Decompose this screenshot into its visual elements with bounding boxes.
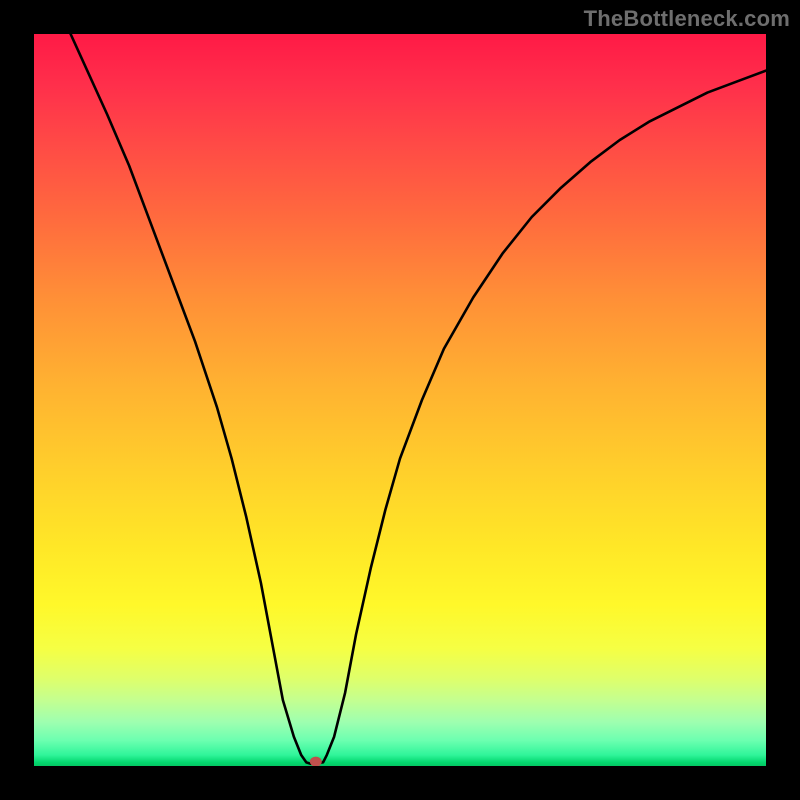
plot-area	[34, 34, 766, 766]
outer-black-frame: TheBottleneck.com	[0, 0, 800, 800]
curve-svg	[34, 34, 766, 766]
watermark-text: TheBottleneck.com	[584, 6, 790, 32]
bottleneck-curve	[34, 34, 766, 764]
sweet-spot-marker	[310, 757, 322, 766]
